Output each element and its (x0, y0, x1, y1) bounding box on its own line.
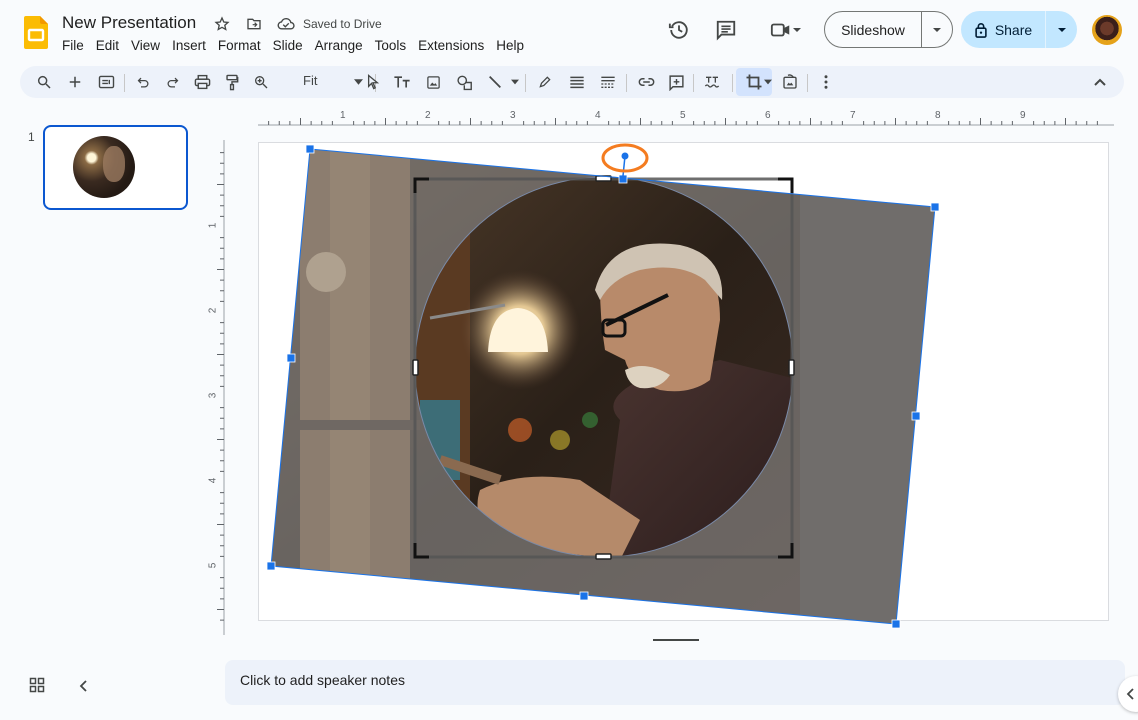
ruler-label: 2 (425, 110, 431, 121)
cloud-saved-icon[interactable] (277, 15, 295, 33)
slide-number: 1 (28, 130, 35, 144)
select-pointer-icon[interactable] (361, 70, 385, 94)
ruler-label: 4 (595, 110, 601, 121)
video-camera-icon (770, 23, 790, 37)
chevron-down-icon (793, 28, 801, 32)
menu-arrange[interactable]: Arrange (309, 36, 369, 55)
search-menus-icon[interactable] (32, 70, 56, 94)
ruler-label: 5 (680, 110, 686, 121)
chevron-down-icon (1057, 27, 1066, 32)
thumbnail-image (73, 136, 135, 198)
menu-view[interactable]: View (125, 36, 166, 55)
chevron-down-icon[interactable] (511, 79, 519, 85)
lock-icon (975, 22, 987, 38)
chevron-down-icon[interactable] (764, 79, 772, 85)
speaker-notes-placeholder: Click to add speaker notes (240, 672, 405, 688)
grid-view-icon[interactable] (29, 677, 47, 695)
border-dash-icon[interactable] (596, 70, 620, 94)
star-icon[interactable] (213, 15, 231, 33)
menu-edit[interactable]: Edit (90, 36, 125, 55)
new-slide-icon[interactable] (63, 70, 87, 94)
share-button-group: Share (961, 11, 1077, 48)
paint-format-icon[interactable] (220, 70, 244, 94)
toolbar-divider (626, 74, 627, 92)
share-button[interactable]: Share (961, 22, 1045, 38)
toolbar: Fit (20, 66, 1124, 98)
chevron-left-icon (1126, 688, 1134, 700)
share-options-button[interactable] (1046, 25, 1077, 35)
menu-insert[interactable]: Insert (166, 36, 212, 55)
ruler-label: 9 (1020, 110, 1026, 121)
toolbar-divider (732, 74, 733, 92)
toolbar-divider (807, 74, 808, 92)
line-icon[interactable] (483, 70, 507, 94)
collapse-menus-icon[interactable] (1088, 70, 1112, 94)
border-weight-icon[interactable] (565, 70, 589, 94)
menu-extensions[interactable]: Extensions (412, 36, 490, 55)
slides-logo-icon[interactable] (24, 16, 48, 49)
ruler-label: 1 (340, 110, 346, 121)
ruler-label: 6 (765, 110, 771, 121)
move-to-folder-icon[interactable] (245, 15, 263, 33)
toolbar-divider (693, 74, 694, 92)
slideshow-button[interactable]: Slideshow (825, 22, 921, 38)
horizontal-ruler[interactable] (224, 108, 1114, 126)
border-color-icon[interactable] (533, 70, 557, 94)
menu-format[interactable]: Format (212, 36, 267, 55)
comments-icon[interactable] (712, 16, 740, 44)
more-options-icon[interactable] (814, 70, 838, 94)
menu-slide[interactable]: Slide (267, 36, 309, 55)
ruler-label: 1 (207, 222, 219, 229)
speaker-notes-field[interactable]: Click to add speaker notes (225, 660, 1125, 705)
undo-icon[interactable] (131, 70, 155, 94)
text-box-icon[interactable] (390, 70, 414, 94)
zoom-select[interactable]: Fit (303, 73, 317, 88)
insert-link-icon[interactable] (634, 70, 658, 94)
ruler-label: 8 (935, 110, 941, 121)
shape-icon[interactable] (453, 70, 477, 94)
chevron-down-icon (933, 27, 941, 32)
collapse-filmstrip-icon[interactable] (74, 677, 92, 695)
ruler-label: 4 (207, 477, 219, 484)
ruler-label: 2 (207, 307, 219, 314)
menu-tools[interactable]: Tools (369, 36, 413, 55)
slideshow-button-group: Slideshow (824, 11, 953, 48)
reset-image-icon[interactable] (778, 70, 802, 94)
layout-icon[interactable] (94, 70, 118, 94)
slideshow-options-button[interactable] (922, 25, 952, 35)
zoom-icon[interactable] (249, 70, 273, 94)
toolbar-divider (124, 74, 125, 92)
notes-resize-handle[interactable] (653, 639, 699, 641)
ruler-label: 3 (207, 392, 219, 399)
button-divider (1045, 11, 1046, 48)
print-icon[interactable] (190, 70, 214, 94)
document-title[interactable]: New Presentation (62, 13, 196, 33)
share-label: Share (994, 21, 1033, 38)
app-header: New Presentation Saved to Drive File Edi… (0, 0, 1138, 62)
version-history-icon[interactable] (665, 16, 693, 44)
add-comment-icon[interactable] (664, 70, 688, 94)
menu-file[interactable]: File (56, 36, 90, 55)
account-avatar[interactable] (1092, 15, 1122, 45)
redo-icon[interactable] (160, 70, 184, 94)
ruler-label: 7 (850, 110, 856, 121)
menu-bar: File Edit View Insert Format Slide Arran… (56, 36, 530, 55)
save-status: Saved to Drive (303, 17, 382, 31)
insert-image-icon[interactable] (421, 70, 445, 94)
vertical-ruler[interactable] (205, 140, 225, 635)
slide-thumbnail[interactable] (43, 125, 188, 210)
slide-canvas[interactable] (258, 142, 1109, 621)
ruler-label: 5 (207, 562, 219, 569)
ruler-label: 3 (510, 110, 516, 121)
meet-call-button[interactable] (764, 16, 808, 44)
toolbar-divider (525, 74, 526, 92)
alt-text-icon[interactable] (700, 70, 724, 94)
menu-help[interactable]: Help (490, 36, 530, 55)
